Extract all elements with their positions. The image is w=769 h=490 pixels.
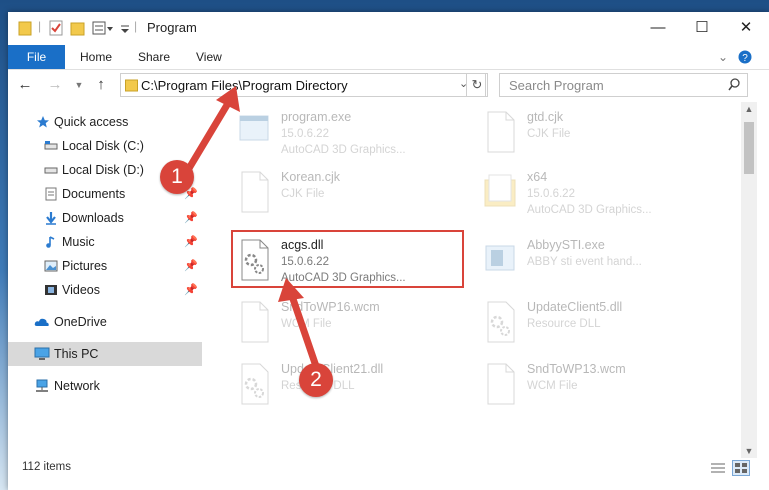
- annotation-arrows: [184, 86, 322, 376]
- arrow-2-head: [278, 278, 304, 302]
- arrow-2-line: [288, 292, 322, 376]
- arrow-1-line: [184, 96, 234, 174]
- callout-2: 2: [299, 363, 333, 397]
- callout-1: 1: [160, 160, 194, 194]
